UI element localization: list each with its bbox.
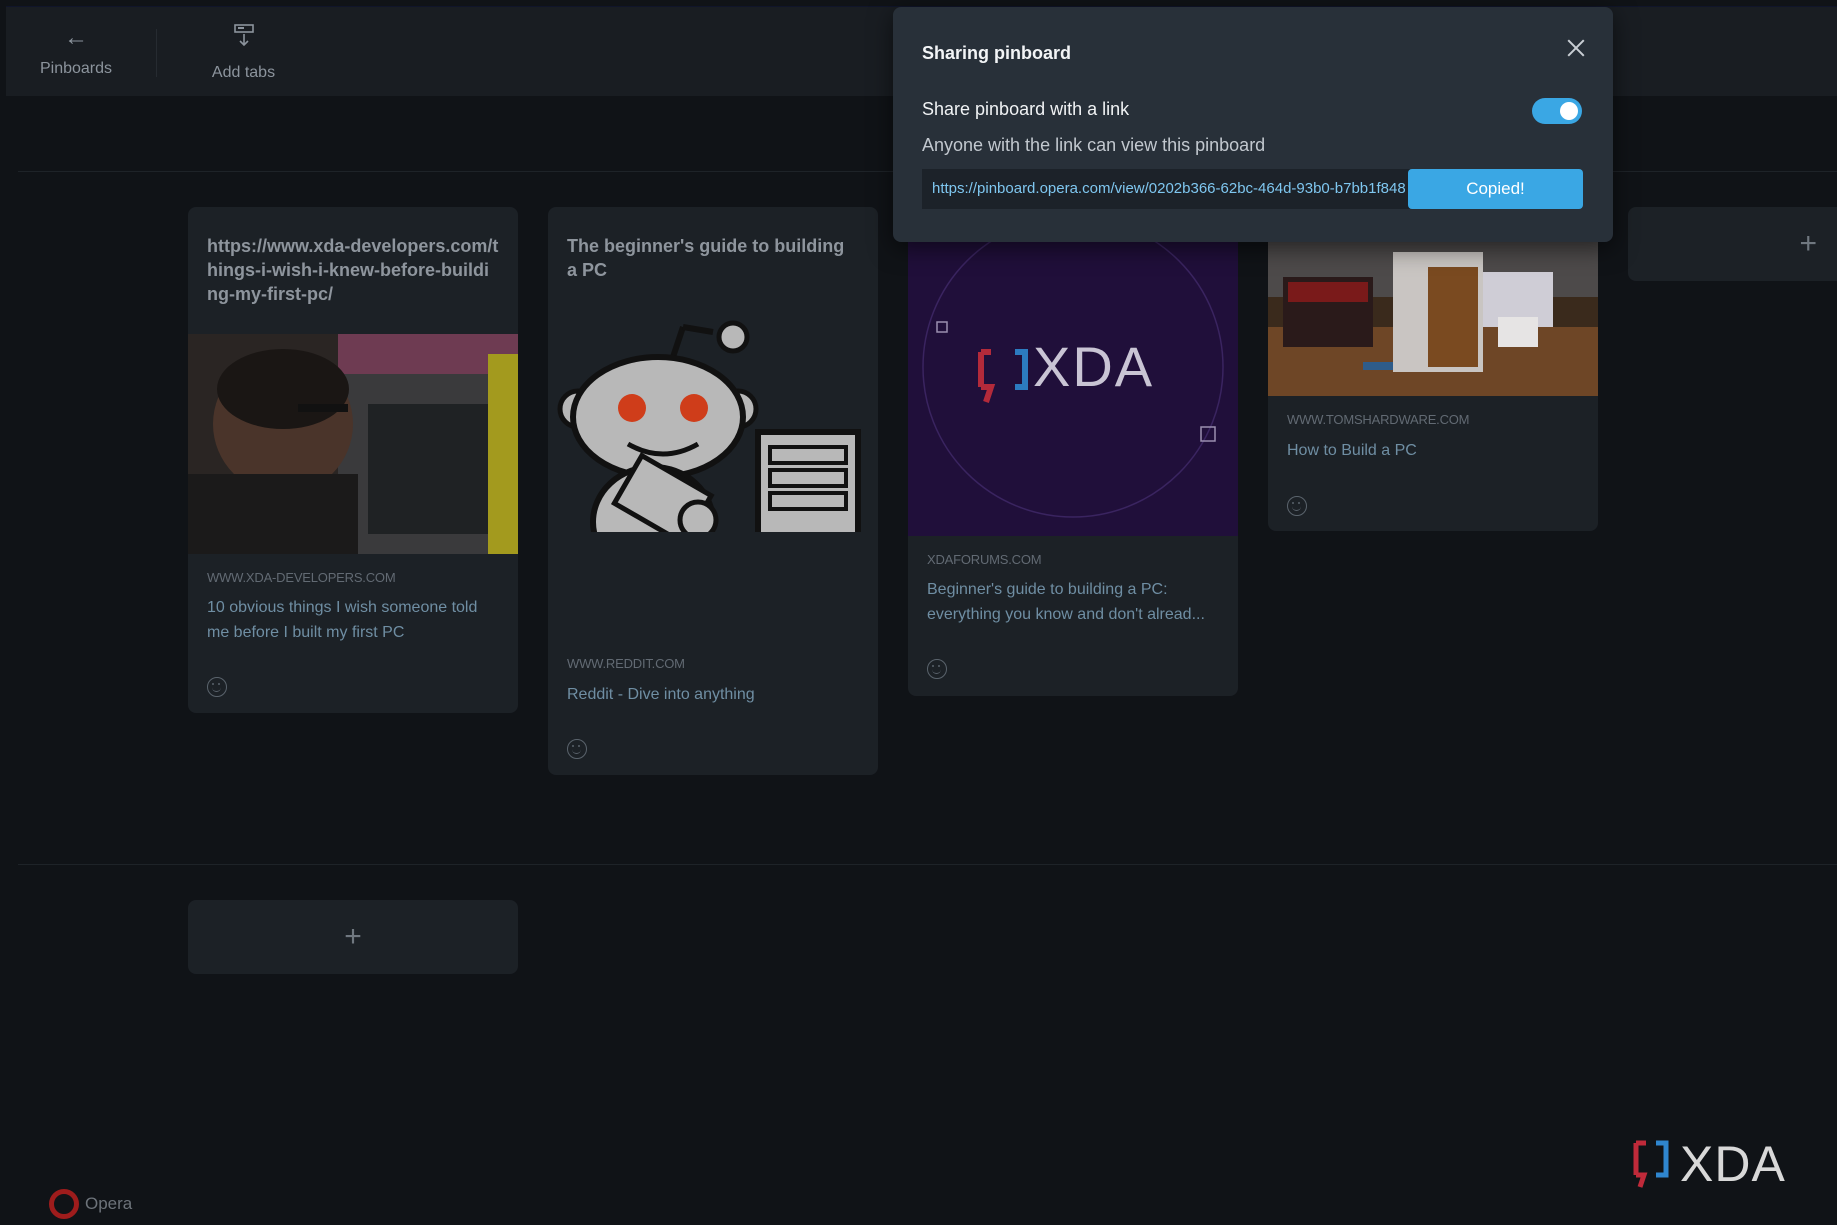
add-tabs-button[interactable]: Add tabs (171, 7, 316, 97)
copy-link-button[interactable]: Copied! (1408, 169, 1583, 209)
add-tabs-icon (232, 23, 256, 54)
card-domain: XDAFORUMS.COM (927, 552, 1042, 567)
close-icon[interactable] (1563, 35, 1589, 61)
card-description[interactable]: Reddit - Dive into anything (567, 682, 859, 707)
xda-watermark-logo: XDA (1630, 1135, 1810, 1192)
add-reaction-icon[interactable] (1287, 496, 1307, 516)
toolbar-divider (156, 29, 157, 77)
opera-branding: Opera (49, 1189, 132, 1219)
add-tabs-label: Add tabs (211, 63, 276, 81)
card-domain: WWW.REDDIT.COM (567, 656, 685, 671)
plus-icon: + (344, 920, 362, 953)
opera-label: Opera (85, 1194, 133, 1213)
card-description[interactable]: Beginner's guide to building a PC: every… (927, 577, 1219, 627)
share-link-toggle[interactable] (1532, 98, 1582, 124)
pinboard-page: ← Pinboards Add tabs https://www.xda-dev… (0, 0, 1837, 1225)
add-group-button[interactable]: + (188, 900, 518, 974)
plus-icon: + (1799, 227, 1817, 260)
card-title: https://www.xda-developers.com/things-i-… (207, 236, 499, 304)
add-reaction-icon[interactable] (927, 659, 947, 679)
reddit-mascot-image (548, 312, 878, 590)
card-domain: WWW.TOMSHARDWARE.COM (1287, 412, 1470, 427)
card-title: The beginner's guide to building a PC (567, 236, 845, 280)
pin-card-tomshardware[interactable]: WWW.TOMSHARDWARE.COM How to Build a PC (1268, 207, 1598, 531)
card-domain: WWW.XDA-DEVELOPERS.COM (207, 570, 396, 585)
dialog-title: Sharing pinboard (922, 43, 1072, 63)
xda-logo-image: XDA (908, 207, 1238, 536)
pinboards-back-button[interactable]: ← Pinboards (6, 7, 146, 97)
add-reaction-icon[interactable] (207, 677, 227, 697)
opera-logo-icon (49, 1189, 79, 1219)
section-divider (18, 864, 1837, 865)
xda-image-text: XDA (1033, 335, 1155, 398)
toggle-knob (1560, 102, 1578, 120)
add-reaction-icon[interactable] (567, 739, 587, 759)
watermark-text: XDA (1680, 1136, 1786, 1192)
card-description[interactable]: 10 obvious things I wish someone told me… (207, 595, 499, 645)
arrow-left-icon: ← (64, 24, 88, 51)
share-link-label: Share pinboard with a link (922, 99, 1130, 119)
share-hint-text: Anyone with the link can view this pinbo… (922, 135, 1266, 155)
pin-card-xdaforums[interactable]: XDA XDAFORUMS.COM Beginner's guide to bu… (908, 207, 1238, 696)
pinboards-label: Pinboards (39, 60, 113, 77)
pin-card-reddit[interactable]: The beginner's guide to building a PC WW… (548, 207, 878, 775)
add-card-button[interactable]: + (1628, 207, 1837, 281)
sharing-pinboard-dialog: Sharing pinboard Share pinboard with a l… (893, 7, 1613, 242)
card-thumbnail (188, 334, 518, 554)
share-link-field[interactable]: https://pinboard.opera.com/view/0202b366… (922, 169, 1410, 209)
card-description[interactable]: How to Build a PC (1287, 438, 1579, 463)
pin-card-xda-article[interactable]: https://www.xda-developers.com/things-i-… (188, 207, 518, 713)
